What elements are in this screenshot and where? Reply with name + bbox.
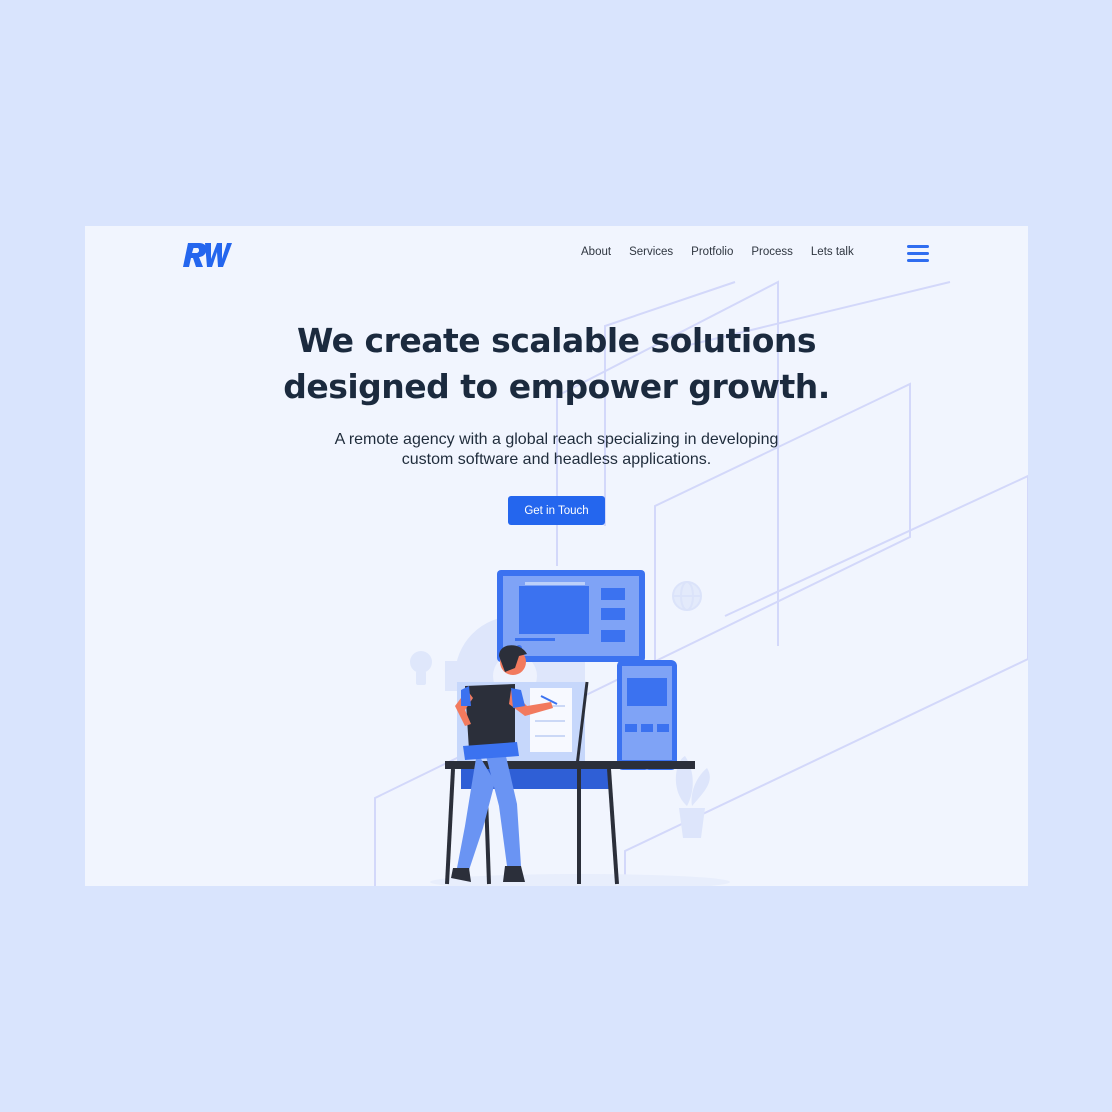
designer-at-drafting-desk-illustration bbox=[410, 570, 730, 886]
nav-link-services[interactable]: Services bbox=[629, 246, 673, 258]
hamburger-menu-icon[interactable] bbox=[907, 245, 929, 262]
top-navbar: About Services Protfolio Process Lets ta… bbox=[85, 226, 1028, 282]
nav-link-process[interactable]: Process bbox=[751, 246, 793, 258]
hero-subtitle-line-2: custom software and headless application… bbox=[401, 451, 712, 468]
lightbulb-icon bbox=[410, 651, 432, 685]
hero-title-line-1: We create scalable solutions bbox=[296, 321, 817, 360]
landing-page: About Services Protfolio Process Lets ta… bbox=[85, 226, 1028, 886]
tablet-icon bbox=[617, 660, 677, 770]
hero-subtitle: A remote agency with a global reach spec… bbox=[85, 430, 1028, 470]
globe-icon bbox=[672, 581, 702, 611]
nav-link-lets-talk[interactable]: Lets talk bbox=[811, 246, 854, 258]
hero-title: We create scalable solutions designed to… bbox=[85, 318, 1028, 410]
get-in-touch-button[interactable]: Get in Touch bbox=[508, 496, 605, 525]
hero-subtitle-line-1: A remote agency with a global reach spec… bbox=[334, 431, 779, 448]
nav-link-about[interactable]: About bbox=[581, 246, 611, 258]
brand-logo[interactable] bbox=[182, 240, 232, 268]
nav-link-portfolio[interactable]: Protfolio bbox=[691, 246, 733, 258]
hero-title-line-2: designed to empower growth. bbox=[283, 367, 830, 406]
main-nav: About Services Protfolio Process Lets ta… bbox=[581, 246, 872, 258]
